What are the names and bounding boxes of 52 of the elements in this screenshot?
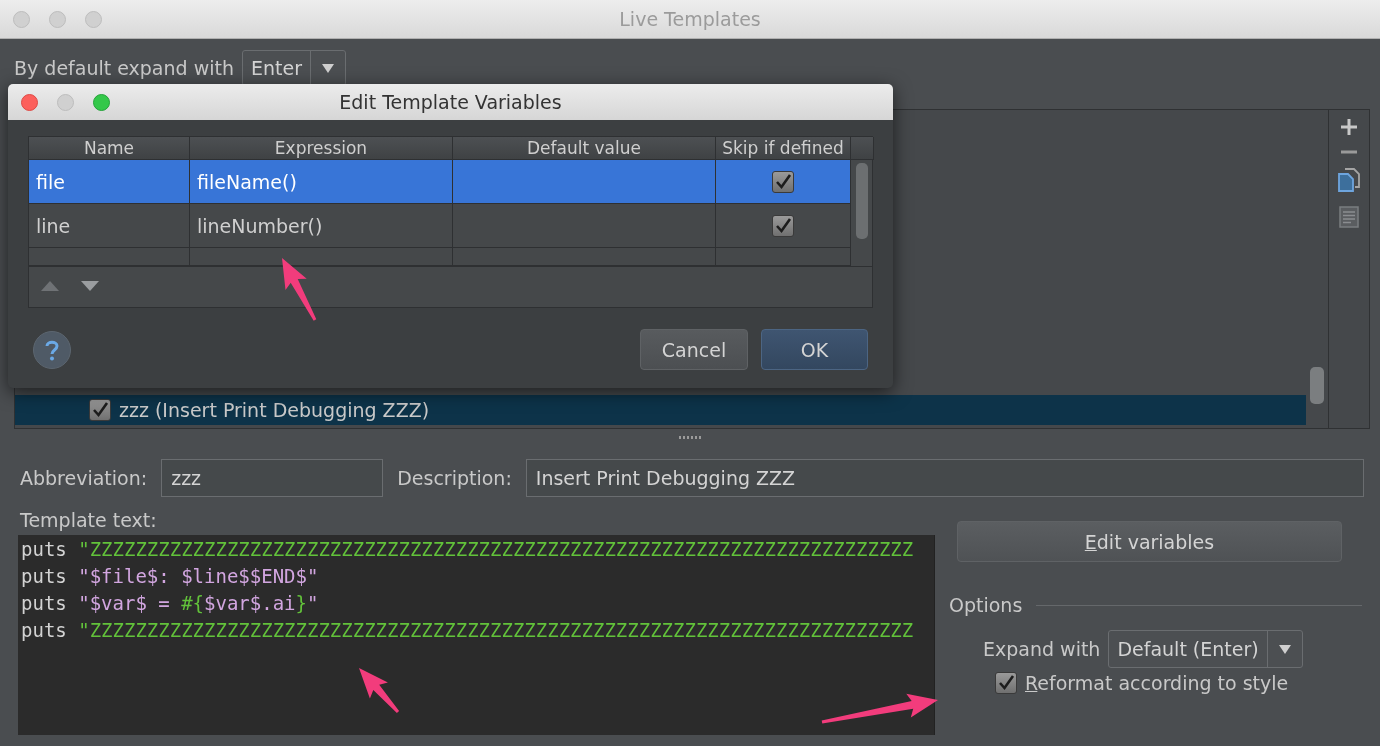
table-cell: lineNumber() (190, 204, 453, 248)
column-header[interactable]: Default value (453, 137, 716, 160)
add-icon[interactable] (1340, 118, 1358, 136)
remove-icon[interactable] (1340, 150, 1358, 154)
template-text-label: Template text: (20, 509, 157, 531)
table-cell: line (29, 204, 190, 248)
expand-label: By default expand with (14, 57, 234, 79)
checkbox[interactable] (772, 170, 794, 193)
help-icon[interactable] (33, 330, 71, 369)
scrollbar-thumb[interactable] (856, 163, 868, 239)
table-cell: fileName() (190, 160, 453, 204)
edit-variables-button[interactable]: Edit variables (957, 521, 1342, 562)
window-title: Live Templates (619, 8, 761, 30)
dropdown-arrow-icon (1278, 644, 1291, 654)
code-line: puts "$var$ = #{$var$.ai}" (21, 591, 319, 616)
code-editor[interactable] (18, 535, 935, 735)
column-header[interactable]: Expression (190, 137, 453, 160)
dropdown-arrow-icon (321, 63, 334, 73)
expand-with-label: Expand with (983, 638, 1101, 660)
code-line: puts "ZZZZZZZZZZZZZZZZZZZZZZZZZZZZZZZZZZZZZZZZZZZZZZZZZZZZZZZZZZZZZZZZZZZZZZZZ (21, 618, 914, 643)
expand-with-dropdown[interactable]: Default (Enter) (1108, 630, 1303, 668)
column-header[interactable]: Skip if defined (716, 137, 851, 160)
close-button[interactable] (21, 93, 38, 111)
code-line: puts "$file$: $line$$END$" (21, 564, 319, 589)
code-line: puts "ZZZZZZZZZZZZZZZZZZZZZZZZZZZZZZZZZZZZZZZZZZZZZZZZZZZZZZZZZZZZZZZZZZZZZZZZ (21, 537, 914, 562)
abbreviation-field[interactable]: zzz (161, 459, 384, 497)
reformat-label: Reformat according to style (1025, 672, 1289, 694)
table-row[interactable]: line lineNumber() (29, 204, 851, 248)
abbreviation-label: Abbreviation: (20, 467, 148, 489)
move-down-icon[interactable] (81, 281, 99, 291)
cancel-button[interactable]: Cancel (640, 329, 748, 370)
document-icon[interactable] (1339, 206, 1359, 228)
scrollbar-thumb[interactable] (1310, 367, 1324, 404)
ok-button[interactable]: OK (761, 329, 868, 370)
copy-icon[interactable] (1337, 168, 1361, 192)
column-header[interactable]: Name (29, 137, 190, 160)
dialog-title: Edit Template Variables (339, 91, 562, 113)
splitter-handle[interactable] (679, 435, 701, 439)
expand-dropdown[interactable]: Enter (241, 50, 346, 86)
checkbox[interactable] (89, 399, 111, 421)
move-up-icon[interactable] (41, 281, 59, 291)
table-row[interactable]: file fileName() (29, 160, 851, 204)
zoom-button[interactable] (93, 93, 110, 111)
checkbox[interactable] (995, 672, 1017, 694)
annotation-arrow (282, 258, 317, 321)
description-label: Description: (397, 467, 512, 489)
checkbox[interactable] (772, 214, 794, 237)
annotation-arrow (359, 668, 400, 713)
options-heading: Options (949, 594, 1023, 616)
template-item[interactable]: zzz (Insert Print Debugging ZZZ) (15, 395, 1306, 425)
description-field[interactable]: Insert Print Debugging ZZZ (525, 459, 1364, 497)
table-cell: file (29, 160, 190, 204)
